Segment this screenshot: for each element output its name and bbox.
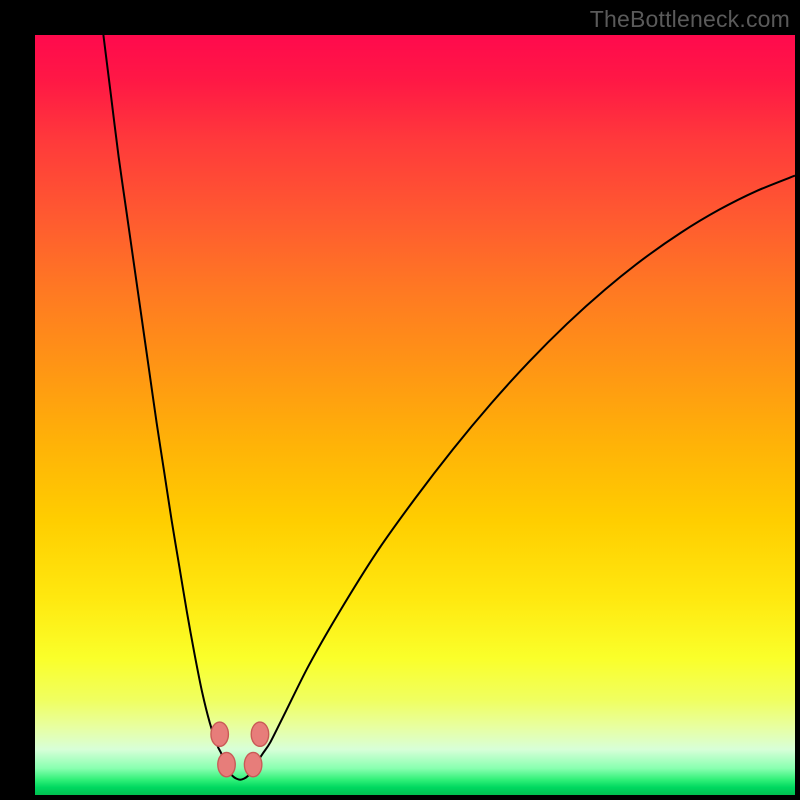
curve-marker [218,752,235,776]
curve-marker [244,752,261,776]
watermark-text: TheBottleneck.com [590,6,790,33]
chart-frame: TheBottleneck.com [0,0,800,800]
chart-plot-area [35,35,795,795]
chart-svg [35,35,795,795]
curve-marker [251,722,268,746]
bottleneck-curve [103,35,795,780]
curve-marker [211,722,228,746]
